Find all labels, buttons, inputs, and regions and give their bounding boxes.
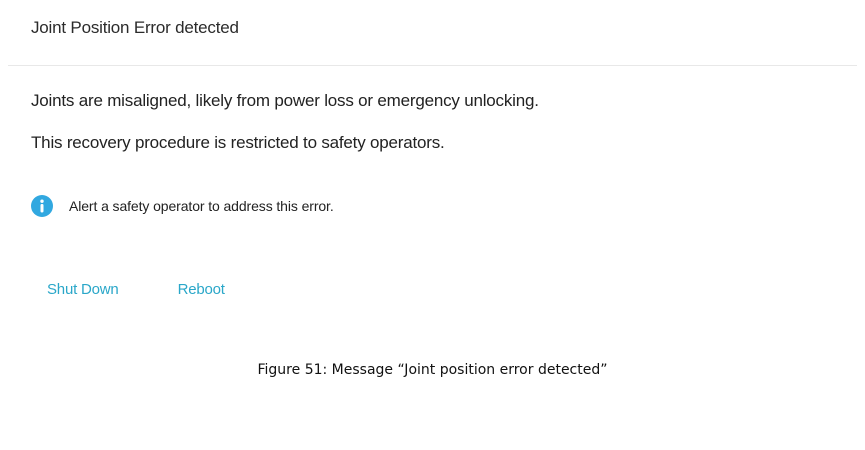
dialog-title: Joint Position Error detected	[31, 18, 239, 37]
info-text: Alert a safety operator to address this …	[69, 198, 334, 214]
reboot-button[interactable]: Reboot	[178, 281, 225, 298]
error-message-line-2: This recovery procedure is restricted to…	[31, 133, 445, 152]
dialog-actions: Shut Down Reboot	[47, 281, 225, 298]
info-icon	[31, 195, 53, 217]
figure-caption: Figure 51: Message “Joint position error…	[257, 362, 608, 378]
shut-down-button[interactable]: Shut Down	[47, 281, 119, 298]
error-dialog: Joint Position Error detected Joints are…	[0, 0, 865, 330]
error-message-line-1: Joints are misaligned, likely from power…	[31, 91, 539, 110]
info-notice: Alert a safety operator to address this …	[31, 194, 334, 218]
title-divider	[8, 65, 857, 66]
